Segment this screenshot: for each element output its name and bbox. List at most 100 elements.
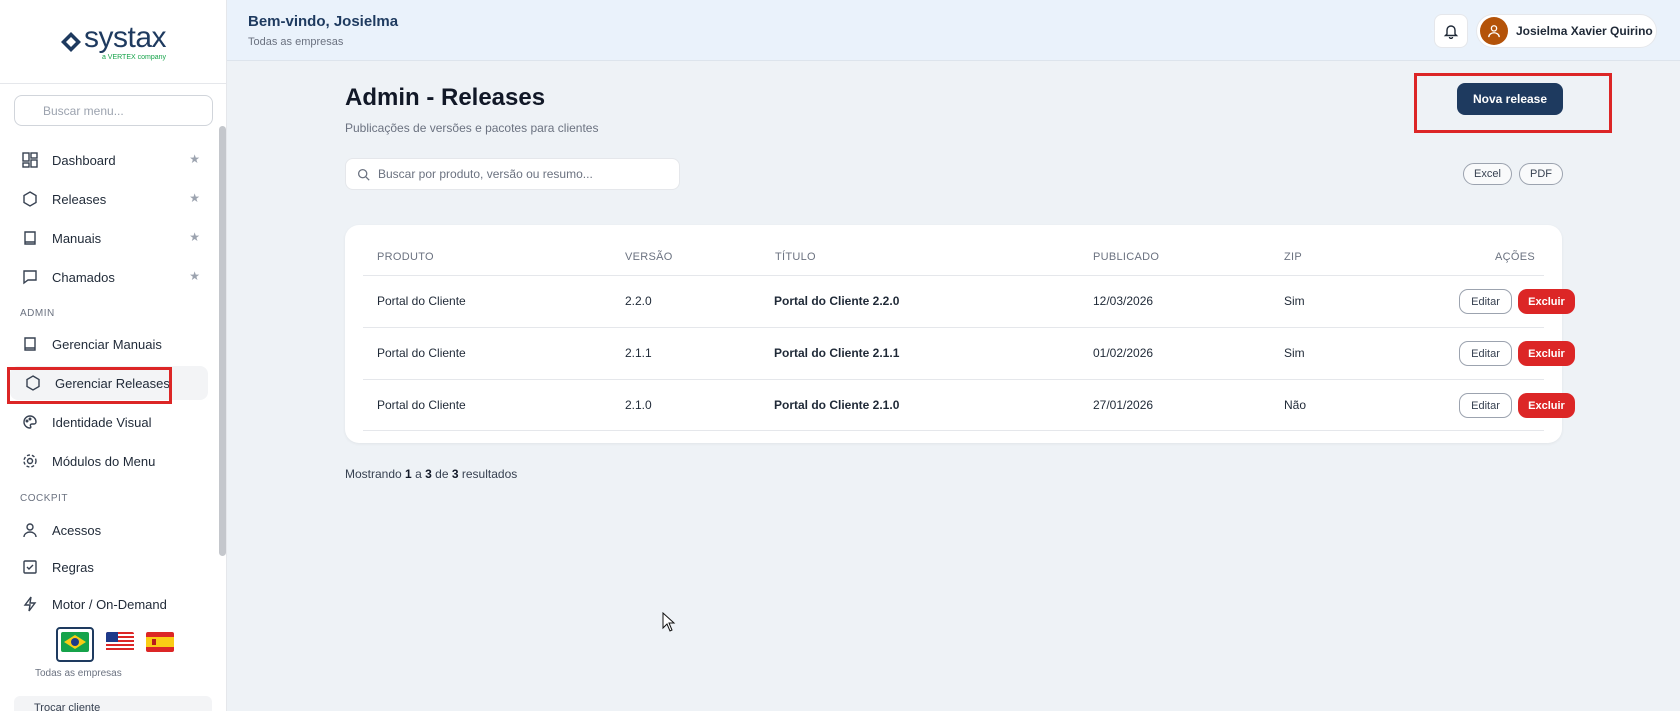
user-menu[interactable]: Josielma Xavier Quirino (1476, 14, 1657, 48)
language-option-pt-br[interactable] (56, 627, 94, 662)
book-icon (22, 336, 38, 352)
section-label-cockpit: COCKPIT (20, 493, 68, 504)
star-icon[interactable]: ★ (189, 191, 200, 205)
logo[interactable]: systax a VERTEX company (0, 0, 226, 84)
systax-logo-icon (60, 31, 81, 52)
hexagon-icon (25, 375, 41, 391)
pagination-suffix: resultados (461, 467, 518, 481)
pagination-from: 1 (405, 467, 412, 481)
search-icon (357, 168, 370, 181)
usa-flag-icon (106, 632, 134, 652)
star-icon[interactable]: ★ (189, 230, 200, 244)
pagination-prefix: Mostrando (345, 467, 402, 481)
language-option-en-us[interactable] (106, 632, 134, 657)
pagination-total: 3 (451, 467, 459, 481)
sidebar-scrollbar[interactable] (219, 126, 226, 556)
sidebar-item-gerenciar-manuais[interactable]: Gerenciar Manuais (10, 327, 208, 361)
column-header-versao[interactable]: VERSÃO (625, 251, 673, 263)
table-row: Portal do Cliente 2.1.1 Portal do Client… (363, 327, 1575, 379)
logo-tagline: a VERTEX company (101, 53, 167, 61)
cell-titulo: Portal do Cliente 2.1.1 (774, 346, 900, 360)
hexagon-icon (22, 191, 38, 207)
edit-button[interactable]: Editar (1459, 289, 1512, 314)
edit-button[interactable]: Editar (1459, 393, 1512, 418)
cell-zip: Sim (1284, 294, 1305, 308)
sidebar-item-label: Dashboard (52, 152, 116, 168)
sidebar-item-label: Acessos (52, 522, 102, 538)
delete-button[interactable]: Excluir (1518, 393, 1575, 418)
cell-publicado: 12/03/2026 (1093, 294, 1154, 308)
palette-icon (22, 414, 38, 430)
column-header-titulo[interactable]: TÍTULO (775, 251, 816, 263)
user-icon (1488, 25, 1500, 38)
table-row: Portal do Cliente 2.2.0 Portal do Client… (363, 275, 1575, 327)
menu-search-input[interactable] (14, 95, 213, 126)
export-pdf-button[interactable]: PDF (1519, 163, 1563, 185)
column-header-acoes: AÇÕES (1495, 251, 1536, 263)
checkbox-icon (22, 559, 38, 575)
notifications-button[interactable] (1434, 14, 1468, 48)
cell-zip: Não (1284, 398, 1307, 412)
switch-client-button[interactable]: Trocar cliente (14, 696, 212, 711)
sidebar-item-label: Regras (52, 559, 94, 575)
star-icon[interactable]: ★ (189, 269, 200, 283)
sidebar-item-label: Gerenciar Releases (55, 375, 170, 391)
page-subtitle: Publicações de versões e pacotes para cl… (345, 121, 599, 135)
sidebar-item-gerenciar-releases[interactable]: Gerenciar Releases (10, 366, 208, 400)
pagination-to: 3 (425, 467, 432, 481)
cell-versao: 2.1.1 (625, 346, 652, 360)
releases-table: PRODUTO VERSÃO TÍTULO PUBLICADO ZIP AÇÕE… (345, 225, 1575, 443)
delete-button[interactable]: Excluir (1518, 341, 1575, 366)
sidebar-item-motor-on-demand[interactable]: Motor / On-Demand (10, 587, 208, 621)
avatar (1480, 17, 1508, 45)
pagination-summary: Mostrando 1 a 3 de 3 resultados (345, 467, 517, 481)
sidebar: systax a VERTEX company Dashboard ★ Rele… (0, 0, 227, 711)
user-icon (22, 522, 38, 538)
column-header-zip[interactable]: ZIP (1284, 251, 1302, 263)
logo-wordmark: systax (83, 20, 167, 54)
cell-produto: Portal do Cliente (377, 294, 466, 308)
sidebar-item-label: Manuais (52, 230, 102, 246)
sidebar-item-identidade-visual[interactable]: Identidade Visual (10, 405, 208, 439)
star-icon[interactable]: ★ (189, 152, 200, 166)
sidebar-item-label: Releases (52, 191, 107, 207)
book-icon (22, 230, 38, 246)
cell-produto: Portal do Cliente (377, 398, 466, 412)
sidebar-item-chamados[interactable]: Chamados ★ (10, 260, 208, 294)
welcome-text: Bem-vindo, Josielma (248, 13, 399, 30)
export-excel-button[interactable]: Excel (1463, 163, 1512, 185)
sidebar-item-modulos-menu[interactable]: Módulos do Menu (10, 444, 208, 478)
sidebar-item-regras[interactable]: Regras (10, 550, 208, 584)
sidebar-item-label: Chamados (52, 269, 115, 285)
cell-versao: 2.2.0 (625, 294, 652, 308)
section-label-admin: ADMIN (20, 308, 55, 319)
sidebar-item-acessos[interactable]: Acessos (10, 513, 208, 547)
top-header: Bem-vindo, Josielma Todas as empresas Jo… (227, 0, 1680, 61)
sidebar-item-releases[interactable]: Releases ★ (10, 182, 208, 216)
spain-flag-icon (146, 632, 174, 652)
release-search (345, 158, 680, 190)
sidebar-item-dashboard[interactable]: Dashboard ★ (10, 143, 208, 177)
cell-publicado: 27/01/2026 (1093, 398, 1154, 412)
sidebar-item-label: Gerenciar Manuais (52, 336, 162, 352)
sidebar-item-label: Identidade Visual (52, 414, 152, 430)
company-scope: Todas as empresas (35, 668, 122, 679)
cell-titulo: Portal do Cliente 2.2.0 (774, 294, 900, 308)
chat-icon (22, 269, 38, 285)
delete-button[interactable]: Excluir (1518, 289, 1575, 314)
release-search-input[interactable] (378, 159, 674, 189)
language-selector (56, 627, 174, 662)
dashboard-icon (22, 152, 38, 168)
sidebar-item-label: Motor / On-Demand (52, 596, 167, 612)
column-header-publicado[interactable]: PUBLICADO (1093, 251, 1159, 263)
sidebar-item-label: Módulos do Menu (52, 453, 156, 469)
cell-zip: Sim (1284, 346, 1305, 360)
cell-publicado: 01/02/2026 (1093, 346, 1154, 360)
lightning-icon (22, 596, 38, 612)
sidebar-item-manuais[interactable]: Manuais ★ (10, 221, 208, 255)
edit-button[interactable]: Editar (1459, 341, 1512, 366)
new-release-button[interactable]: Nova release (1457, 83, 1563, 115)
language-option-es-es[interactable] (146, 632, 174, 657)
column-header-produto[interactable]: PRODUTO (377, 251, 434, 263)
cell-versao: 2.1.0 (625, 398, 652, 412)
